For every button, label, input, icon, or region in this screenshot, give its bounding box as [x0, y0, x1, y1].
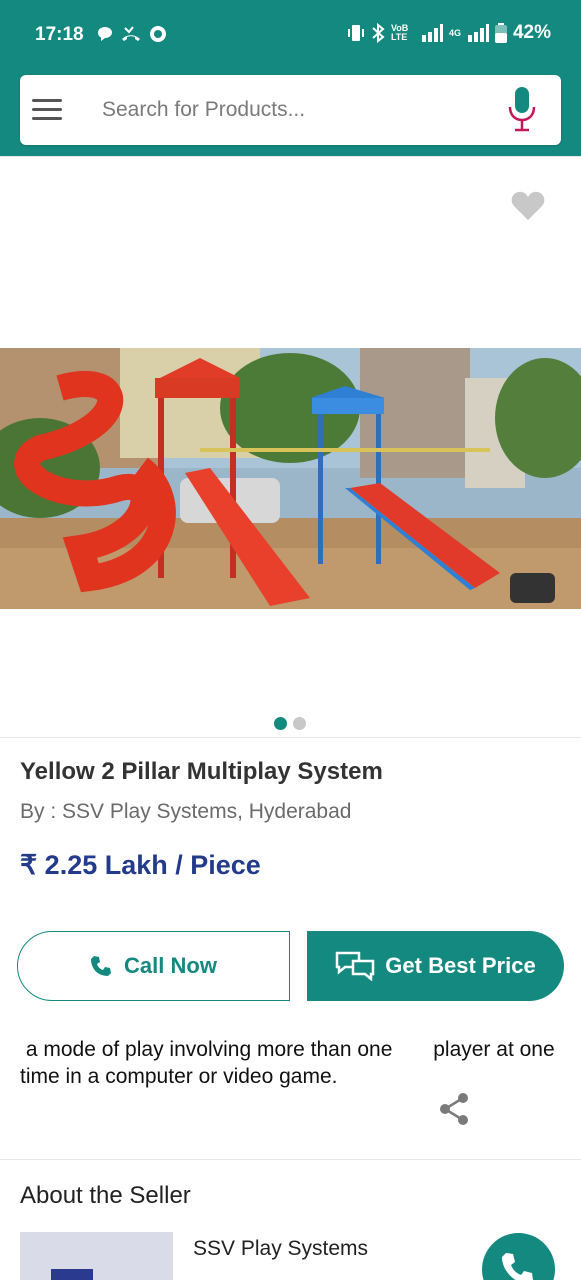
product-image[interactable] [0, 348, 581, 609]
chat-bubble-icon [98, 27, 112, 41]
product-price: ₹ 2.25 Lakh / Piece [20, 850, 261, 880]
about-seller-heading: About the Seller [20, 1182, 191, 1209]
heart-icon[interactable] [511, 190, 545, 220]
network-4g-label: 4G [448, 27, 461, 38]
bluetooth-icon [372, 22, 385, 44]
search-input[interactable] [102, 93, 492, 127]
signal-icon-1 [421, 24, 443, 42]
image-carousel-dots [274, 717, 306, 730]
product-description: a mode of play involving more than one p… [20, 1038, 555, 1088]
carousel-dot-active[interactable] [274, 717, 287, 730]
sync-circle-icon [150, 26, 166, 42]
phone-icon [91, 956, 112, 976]
seller-logo[interactable] [20, 1232, 173, 1280]
call-now-label: Call Now [124, 953, 217, 978]
status-time: 17:18 [35, 24, 84, 45]
product-title: Yellow 2 Pillar Multiplay System [20, 758, 383, 785]
microphone-icon[interactable] [507, 87, 537, 133]
notification-icons [96, 24, 168, 44]
get-best-price-button[interactable]: Get Best Price [307, 931, 564, 1001]
app-header [0, 66, 581, 156]
seller-call-button[interactable] [482, 1233, 555, 1280]
signal-icon-2 [467, 24, 489, 42]
divider [0, 1159, 581, 1160]
vibrate-icon [347, 25, 364, 41]
seller-logo-mark [51, 1269, 93, 1280]
get-best-price-label: Get Best Price [385, 953, 536, 978]
call-now-button[interactable]: Call Now [17, 931, 290, 1001]
missed-call-icon [122, 26, 140, 41]
status-bar: 17:18 VoB LTE 4G 42% [0, 0, 581, 66]
product-seller-line[interactable]: By : SSV Play Systems, Hyderabad [20, 800, 351, 824]
phone-icon [502, 1253, 533, 1280]
carousel-dot[interactable] [293, 717, 306, 730]
battery-icon [494, 23, 507, 43]
search-bar [20, 75, 561, 145]
header-divider [0, 156, 581, 157]
seller-name[interactable]: SSV Play Systems [193, 1237, 368, 1261]
menu-icon[interactable] [32, 99, 62, 121]
share-icon[interactable] [438, 1092, 470, 1126]
volte-label: VoB LTE [390, 23, 409, 42]
chat-bubbles-icon [336, 951, 375, 981]
status-right: VoB LTE 4G 42% [347, 22, 551, 44]
divider [0, 737, 581, 738]
battery-percent: 42% [512, 22, 551, 43]
